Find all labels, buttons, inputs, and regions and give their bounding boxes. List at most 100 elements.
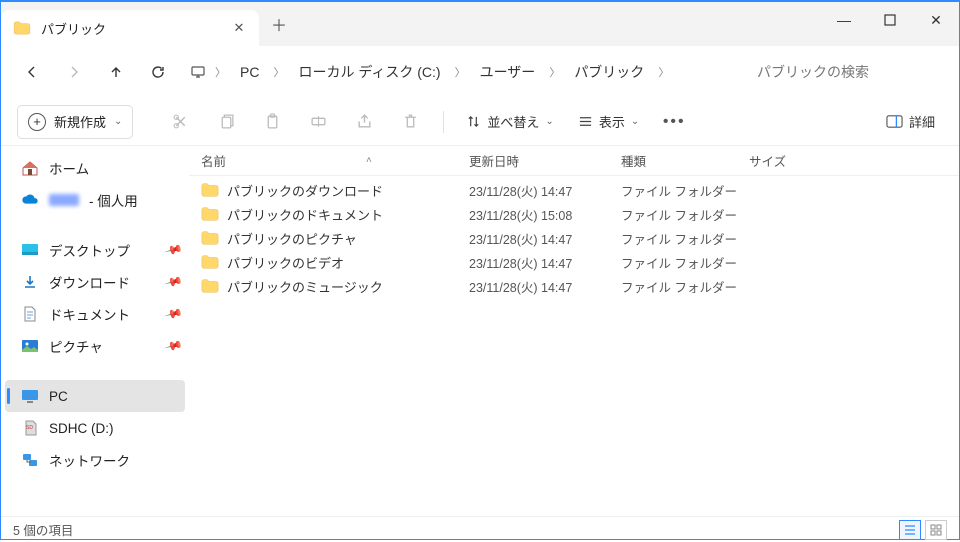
chevron-right-icon[interactable]: 〉 bbox=[453, 64, 468, 80]
breadcrumb-seg[interactable]: パブリック bbox=[568, 58, 650, 86]
forward-button[interactable] bbox=[55, 54, 93, 90]
window-tab[interactable]: パブリック ✕ bbox=[1, 10, 259, 46]
home-icon bbox=[21, 160, 39, 176]
sidebar-item-home[interactable]: ホーム bbox=[1, 152, 189, 184]
sidebar-item-desktop[interactable]: デスクトップ 📌 bbox=[1, 234, 189, 266]
file-row[interactable]: パブリックのビデオ23/11/28(火) 14:47ファイル フォルダー bbox=[189, 250, 959, 274]
close-window-button[interactable]: ✕ bbox=[913, 2, 959, 38]
delete-icon[interactable] bbox=[391, 104, 429, 140]
new-tab-button[interactable]: ＋ bbox=[259, 2, 299, 46]
sort-icon bbox=[466, 114, 481, 129]
file-type: ファイル フォルダー bbox=[621, 229, 749, 248]
sidebar: ホーム - 個人用 デスクトップ 📌 ダウンロード 📌 ドキュメント 📌 ピクチ… bbox=[1, 146, 189, 516]
file-date: 23/11/28(火) 15:08 bbox=[469, 205, 621, 224]
sidebar-label: ホーム bbox=[49, 158, 89, 178]
new-button[interactable]: + 新規作成 ⌄ bbox=[17, 105, 133, 139]
sidebar-label: デスクトップ bbox=[49, 240, 130, 260]
chevron-right-icon[interactable]: 〉 bbox=[271, 64, 286, 80]
sort-label: 並べ替え bbox=[487, 112, 539, 131]
file-type: ファイル フォルダー bbox=[621, 205, 749, 224]
plus-icon: + bbox=[28, 113, 46, 131]
back-button[interactable] bbox=[13, 54, 51, 90]
file-date: 23/11/28(火) 14:47 bbox=[469, 181, 621, 200]
maximize-button[interactable] bbox=[867, 2, 913, 38]
file-date: 23/11/28(火) 14:47 bbox=[469, 277, 621, 296]
sidebar-label: ピクチャ bbox=[49, 336, 103, 356]
sidebar-item-sdhc[interactable]: SD SDHC (D:) bbox=[1, 412, 189, 444]
document-icon bbox=[21, 306, 39, 322]
search-input[interactable]: パブリックの検索 bbox=[747, 54, 947, 90]
file-type: ファイル フォルダー bbox=[621, 277, 749, 296]
file-row[interactable]: パブリックのドキュメント 23/11/28(火) 15:08ファイル フォルダー bbox=[189, 202, 959, 226]
address-bar[interactable]: 〉 PC 〉 ローカル ディスク (C:) 〉 ユーザー 〉 パブリック 〉 bbox=[181, 54, 743, 90]
file-list: 名前 ˄ 更新日時 種類 サイズ パブリックのダウンロード23/11/28(火) … bbox=[189, 146, 959, 516]
minimize-button[interactable]: — bbox=[821, 2, 867, 38]
details-pane-icon bbox=[886, 114, 903, 129]
col-size[interactable]: サイズ bbox=[749, 151, 959, 170]
folder-icon bbox=[201, 206, 219, 222]
pin-icon: 📌 bbox=[164, 240, 184, 260]
details-pane-button[interactable]: 詳細 bbox=[878, 104, 943, 140]
pin-icon: 📌 bbox=[164, 336, 184, 356]
chevron-right-icon[interactable]: 〉 bbox=[547, 64, 562, 80]
file-name: パブリックのドキュメント bbox=[227, 205, 383, 224]
details-view-button[interactable] bbox=[899, 520, 921, 540]
up-button[interactable] bbox=[97, 54, 135, 90]
file-date: 23/11/28(火) 14:47 bbox=[469, 253, 621, 272]
sidebar-label: PC bbox=[49, 389, 68, 404]
file-row[interactable]: パブリックのピクチャ23/11/28(火) 14:47ファイル フォルダー bbox=[189, 226, 959, 250]
copy-icon[interactable] bbox=[207, 104, 245, 140]
view-button[interactable]: 表示 ⌄ bbox=[570, 104, 647, 140]
breadcrumb-seg[interactable]: PC bbox=[234, 60, 265, 84]
refresh-button[interactable] bbox=[139, 54, 177, 90]
file-type: ファイル フォルダー bbox=[621, 253, 749, 272]
sidebar-label: ダウンロード bbox=[49, 272, 130, 292]
rename-icon[interactable] bbox=[299, 104, 337, 140]
column-headers[interactable]: 名前 ˄ 更新日時 種類 サイズ bbox=[189, 146, 959, 176]
sidebar-label: ドキュメント bbox=[49, 304, 130, 324]
download-icon bbox=[21, 274, 39, 290]
svg-text:SD: SD bbox=[26, 425, 33, 431]
item-count: 5 個の項目 bbox=[13, 520, 73, 539]
tab-title: パブリック bbox=[41, 19, 221, 38]
content-area: ホーム - 個人用 デスクトップ 📌 ダウンロード 📌 ドキュメント 📌 ピクチ… bbox=[1, 146, 959, 516]
chevron-right-icon[interactable]: 〉 bbox=[213, 64, 228, 80]
more-button[interactable]: ••• bbox=[655, 104, 693, 140]
col-type[interactable]: 種類 bbox=[621, 151, 749, 170]
pin-icon: 📌 bbox=[164, 272, 184, 292]
paste-icon[interactable] bbox=[253, 104, 291, 140]
close-tab-icon[interactable]: ✕ bbox=[231, 20, 247, 36]
breadcrumb-seg[interactable]: ローカル ディスク (C:) bbox=[292, 58, 446, 86]
col-date[interactable]: 更新日時 bbox=[469, 151, 621, 170]
chevron-down-icon: ⌄ bbox=[114, 116, 122, 127]
sidebar-item-downloads[interactable]: ダウンロード 📌 bbox=[1, 266, 189, 298]
folder-icon bbox=[13, 21, 31, 35]
sort-asc-icon: ˄ bbox=[366, 155, 372, 166]
nav-bar: 〉 PC 〉 ローカル ディスク (C:) 〉 ユーザー 〉 パブリック 〉 パ… bbox=[1, 46, 959, 98]
sidebar-item-network[interactable]: ネットワーク bbox=[1, 444, 189, 476]
sidebar-label: SDHC (D:) bbox=[49, 421, 114, 436]
sidebar-item-onedrive[interactable]: - 個人用 bbox=[1, 184, 189, 216]
cut-icon[interactable] bbox=[161, 104, 199, 140]
sidebar-item-pc[interactable]: PC bbox=[5, 380, 185, 412]
sidebar-item-pictures[interactable]: ピクチャ 📌 bbox=[1, 330, 189, 362]
file-row[interactable]: パブリックのダウンロード23/11/28(火) 14:47ファイル フォルダー bbox=[189, 178, 959, 202]
breadcrumb-seg[interactable]: ユーザー bbox=[474, 58, 542, 86]
folder-icon bbox=[201, 254, 219, 270]
status-bar: 5 個の項目 bbox=[1, 516, 959, 542]
thumbnails-view-button[interactable] bbox=[925, 520, 947, 540]
network-icon bbox=[21, 452, 39, 468]
cloud-icon bbox=[21, 192, 39, 208]
share-icon[interactable] bbox=[345, 104, 383, 140]
monitor-icon bbox=[189, 63, 207, 81]
chevron-down-icon: ⌄ bbox=[631, 116, 639, 127]
file-name: パブリックのミュージック bbox=[227, 277, 383, 296]
file-name: パブリックのピクチャ bbox=[227, 229, 357, 248]
col-name[interactable]: 名前 bbox=[201, 151, 226, 170]
chevron-right-icon[interactable]: 〉 bbox=[656, 64, 671, 80]
view-label: 表示 bbox=[599, 112, 625, 131]
sidebar-item-documents[interactable]: ドキュメント 📌 bbox=[1, 298, 189, 330]
file-row[interactable]: パブリックのミュージック 23/11/28(火) 14:47ファイル フォルダー bbox=[189, 274, 959, 298]
sort-button[interactable]: 並べ替え ⌄ bbox=[458, 104, 561, 140]
file-type: ファイル フォルダー bbox=[621, 181, 749, 200]
